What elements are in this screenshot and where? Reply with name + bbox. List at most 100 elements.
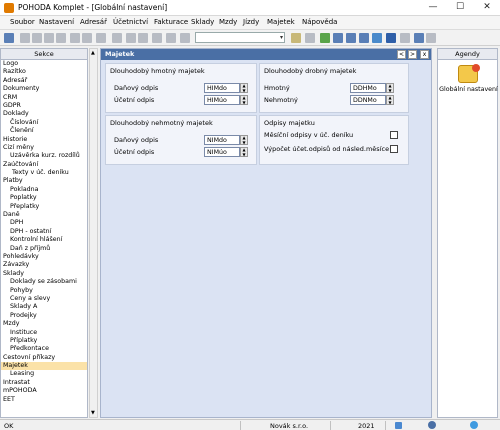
sidebar-item[interactable]: Členění <box>1 127 87 135</box>
sidebar-item[interactable]: Číslování <box>1 119 87 127</box>
close-button[interactable]: ✕ <box>474 1 500 14</box>
mesicni-odpisy-checkbox[interactable] <box>390 131 398 139</box>
dhm-danovy-field[interactable]: HIMdo <box>204 83 240 93</box>
sidebar-item[interactable]: GDPR <box>1 102 87 110</box>
toolbar-combo[interactable]: ▾ <box>195 32 285 43</box>
report-icon[interactable] <box>359 33 369 43</box>
sidebar-item[interactable]: Leasing <box>1 370 87 378</box>
sidebar-item[interactable]: DPH - ostatní <box>1 228 87 236</box>
sidebar-item-selected[interactable]: Majetek <box>1 362 87 371</box>
dnm-danovy-field[interactable]: NIMdo <box>204 135 240 145</box>
scroll-down-icon[interactable]: ▼ <box>91 410 95 416</box>
help-icon[interactable] <box>426 33 436 43</box>
ddm-hmotny-spinner[interactable]: ▲ ▼ <box>386 83 394 93</box>
scroll-up-icon[interactable]: ▲ <box>91 50 95 56</box>
sidebar-item[interactable]: Platby <box>1 177 87 185</box>
sidebar-item[interactable]: Pokladna <box>1 186 87 194</box>
ddm-nehmotny-field[interactable]: DDNMo <box>350 95 386 105</box>
ddm-hmotny-field[interactable]: DDHMo <box>350 83 386 93</box>
save-icon[interactable] <box>70 33 80 43</box>
sidebar-item[interactable]: Závazky <box>1 261 87 269</box>
attach-icon[interactable] <box>180 33 190 43</box>
copy-record-icon[interactable] <box>56 33 66 43</box>
calendar-icon[interactable] <box>395 422 402 429</box>
sidebar-item[interactable]: Pohyby <box>1 287 87 295</box>
sidebar-item[interactable]: mPOHODA <box>1 387 87 395</box>
sidebar-item[interactable]: Předkontace <box>1 345 87 353</box>
menu-nastaveni[interactable]: Nastavení <box>39 18 74 26</box>
refresh-icon[interactable] <box>320 33 330 43</box>
vypocet-odpisu-checkbox[interactable] <box>390 145 398 153</box>
undo-icon[interactable] <box>96 33 106 43</box>
global-settings-icon[interactable] <box>458 64 480 83</box>
ddm-nehmotny-spinner[interactable]: ▲ ▼ <box>386 95 394 105</box>
menu-ucetnictvi[interactable]: Účetnictví <box>113 18 148 26</box>
edit-record-icon[interactable] <box>32 33 42 43</box>
menu-napoveda[interactable]: Nápověda <box>302 18 337 26</box>
sidebar-item[interactable]: Poplatky <box>1 194 87 202</box>
menu-adresar[interactable]: Adresář <box>80 18 107 26</box>
sidebar-item[interactable]: Mzdy <box>1 320 87 328</box>
sidebar-item[interactable]: Doklady se zásobami <box>1 278 87 286</box>
agendy-item-label[interactable]: Globální nastavení <box>438 86 499 93</box>
menu-mzdy[interactable]: Mzdy <box>219 18 237 26</box>
sidebar-item[interactable]: Cestovní příkazy <box>1 354 87 362</box>
sidebar-item[interactable]: Ceny a slevy <box>1 295 87 303</box>
dhm-ucetni-field[interactable]: HIMúo <box>204 95 240 105</box>
sidebar-item[interactable]: Prodejky <box>1 312 87 320</box>
sidebar-item[interactable]: EET <box>1 396 87 404</box>
arrow-left-icon[interactable] <box>305 33 315 43</box>
dnm-ucetni-field[interactable]: NIMúo <box>204 147 240 157</box>
sidebar-item[interactable]: Instituce <box>1 329 87 337</box>
sidebar-item[interactable]: Doklady <box>1 110 87 118</box>
sidebar-scrollbar[interactable]: ▲ ▼ <box>89 48 98 418</box>
sync-icon[interactable] <box>470 421 478 429</box>
tools-icon[interactable] <box>400 33 410 43</box>
sidebar-item[interactable]: CRM <box>1 94 87 102</box>
nav-close-button[interactable]: x <box>420 50 429 59</box>
sidebar-item[interactable]: Intrastat <box>1 379 87 387</box>
maximize-button[interactable]: ☐ <box>447 1 473 14</box>
print-icon[interactable] <box>152 33 162 43</box>
sidebar-item[interactable]: Přeplatky <box>1 203 87 211</box>
menu-soubor[interactable]: Soubor <box>10 18 35 26</box>
nav-prev-button[interactable]: < <box>397 50 406 59</box>
sidebar-item[interactable]: Sklady A <box>1 303 87 311</box>
dhm-danovy-spinner[interactable]: ▲ ▼ <box>240 83 248 93</box>
sidebar-item[interactable]: Adresář <box>1 77 87 85</box>
sidebar-item[interactable]: Sklady <box>1 270 87 278</box>
minimize-button[interactable]: — <box>420 1 446 14</box>
sidebar-item[interactable]: Dokumenty <box>1 85 87 93</box>
menu-majetek[interactable]: Majetek <box>267 18 295 26</box>
menu-sklady[interactable]: Sklady <box>191 18 214 26</box>
delete-record-icon[interactable] <box>44 33 54 43</box>
sidebar-item[interactable]: Zaúčtování <box>1 161 87 169</box>
settings-icon[interactable] <box>414 33 424 43</box>
dnm-ucetni-spinner[interactable]: ▲ ▼ <box>240 147 248 157</box>
dnm-danovy-spinner[interactable]: ▲ ▼ <box>240 135 248 145</box>
sidebar-item[interactable]: Razítko <box>1 68 87 76</box>
sidebar-item[interactable]: Daň z příjmů <box>1 245 87 253</box>
sidebar-item[interactable]: Historie <box>1 136 87 144</box>
add-icon[interactable] <box>126 33 136 43</box>
sidebar-item[interactable]: Texty v úč. deníku <box>1 169 87 177</box>
database-icon[interactable] <box>386 33 396 43</box>
chart-icon[interactable] <box>372 33 382 43</box>
check-icon[interactable] <box>428 421 436 429</box>
filter-icon[interactable] <box>291 33 301 43</box>
sidebar-item[interactable]: Kontrolní hlášení <box>1 236 87 244</box>
new-record-icon[interactable] <box>20 33 30 43</box>
cut-icon[interactable] <box>112 33 122 43</box>
menu-jizdy[interactable]: Jízdy <box>243 18 259 26</box>
grid-icon[interactable] <box>333 33 343 43</box>
agenda-icon[interactable] <box>4 33 14 43</box>
remove-icon[interactable] <box>138 33 148 43</box>
preview-icon[interactable] <box>166 33 176 43</box>
menu-fakturace[interactable]: Fakturace <box>154 18 188 26</box>
dhm-ucetni-spinner[interactable]: ▲ ▼ <box>240 95 248 105</box>
list-icon[interactable] <box>346 33 356 43</box>
sidebar-item[interactable]: Daně <box>1 211 87 219</box>
cancel-icon[interactable] <box>82 33 92 43</box>
sidebar-item[interactable]: Uzávěrka kurz. rozdílů <box>1 152 87 160</box>
sidebar-item[interactable]: DPH <box>1 219 87 227</box>
